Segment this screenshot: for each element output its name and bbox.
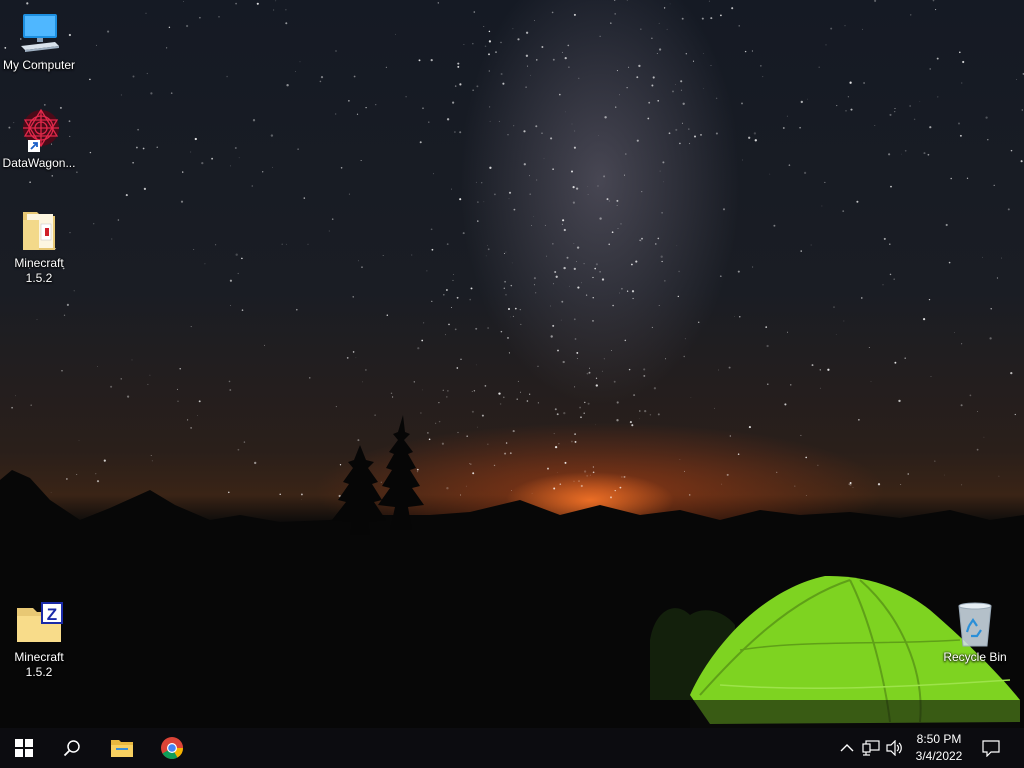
show-hidden-icons-button[interactable] bbox=[837, 738, 857, 758]
landscape-silhouette bbox=[0, 415, 1024, 728]
zip-folder-icon: Z bbox=[17, 602, 63, 642]
start-button[interactable] bbox=[0, 728, 48, 768]
clock-time: 8:50 PM bbox=[916, 732, 962, 746]
datawagon-icon bbox=[23, 108, 59, 152]
minecraft-zip-folder[interactable]: Z Minecraft 1.5.2 bbox=[1, 600, 77, 680]
recycle-bin-icon bbox=[958, 602, 992, 647]
taskbar: 8:50 PM 3/4/2022 bbox=[0, 728, 1024, 768]
icon-label: Recycle Bin bbox=[943, 650, 1007, 664]
file-explorer-button[interactable] bbox=[98, 728, 146, 768]
volume-icon bbox=[886, 740, 902, 756]
network-button[interactable] bbox=[861, 738, 881, 758]
icon-label: Minecraft 1.5.2 bbox=[14, 256, 64, 285]
my-computer-shortcut[interactable]: My Computer bbox=[1, 8, 77, 73]
folder-icon bbox=[23, 212, 55, 250]
clock-date: 3/4/2022 bbox=[915, 749, 963, 763]
icon-label: My Computer bbox=[2, 58, 76, 72]
chevron-up-icon bbox=[840, 744, 854, 752]
icon-label: Minecraft 1.5.2 bbox=[14, 650, 64, 679]
network-icon bbox=[862, 740, 880, 756]
search-button[interactable] bbox=[48, 728, 96, 768]
datawagon-shortcut[interactable]: DataWagon... bbox=[1, 106, 77, 171]
recycle-bin-shortcut[interactable]: Recycle Bin bbox=[937, 600, 1013, 665]
windows-start-icon bbox=[15, 739, 33, 757]
computer-icon bbox=[21, 14, 59, 52]
desktop-wallpaper[interactable]: My Computer DataWagon... Minecraft 1.5.2… bbox=[0, 0, 1024, 728]
volume-button[interactable] bbox=[885, 738, 905, 758]
icon-label: DataWagon... bbox=[2, 156, 76, 170]
search-icon bbox=[63, 740, 80, 757]
file-explorer-icon bbox=[111, 740, 133, 757]
chrome-icon bbox=[161, 737, 183, 759]
action-center-button[interactable] bbox=[981, 738, 1001, 758]
chrome-button[interactable] bbox=[148, 728, 196, 768]
action-center-icon bbox=[982, 740, 1000, 757]
clock[interactable]: 8:50 PM 3/4/2022 bbox=[908, 731, 970, 765]
svg-text:Z: Z bbox=[47, 605, 57, 624]
minecraft-folder-1[interactable]: Minecraft 1.5.2 bbox=[1, 206, 77, 286]
